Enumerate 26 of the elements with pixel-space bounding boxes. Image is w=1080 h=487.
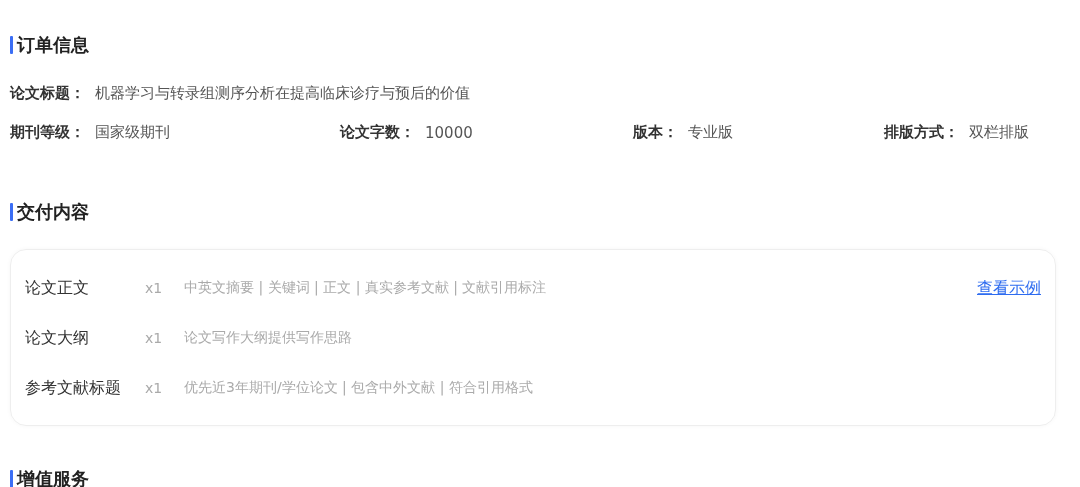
field-value: 专业版 [688,123,733,142]
field-label: 论文字数： [340,123,415,142]
section-heading: 订单信息 [17,33,89,57]
item-description: 优先近3年期刊/学位论文 | 包含中外文献 | 符合引用格式 [184,379,534,397]
item-name: 参考文献标题 [25,377,122,399]
heading-accent-bar [10,203,13,221]
item-description: 中英文摘要 | 关键词 | 正文 | 真实参考文献 | 文献引用标注 [184,279,548,297]
field-label: 论文标题： [10,84,85,103]
field-label: 期刊等级： [10,123,85,142]
view-example-link[interactable]: 查看示例 [977,277,1041,299]
field-value: 10000 [425,123,473,142]
item-name: 论文大纲 [25,327,90,349]
item-quantity: x1 [145,380,164,396]
section-heading: 交付内容 [17,200,89,224]
field-value: 机器学习与转录组测序分析在提高临床诊疗与预后的价值 [95,84,470,103]
item-name: 论文正文 [25,277,90,299]
item-quantity: x1 [145,280,164,296]
item-description: 论文写作大纲提供写作思路 [184,329,353,347]
heading-accent-bar [10,36,13,54]
field-value: 国家级期刊 [95,123,170,142]
field-value: 双栏排版 [969,123,1029,142]
item-quantity: x1 [145,330,164,346]
heading-accent-bar [10,470,13,487]
field-label: 排版方式： [884,123,959,142]
field-label: 版本： [633,123,678,142]
section-heading: 增值服务 [17,467,89,487]
